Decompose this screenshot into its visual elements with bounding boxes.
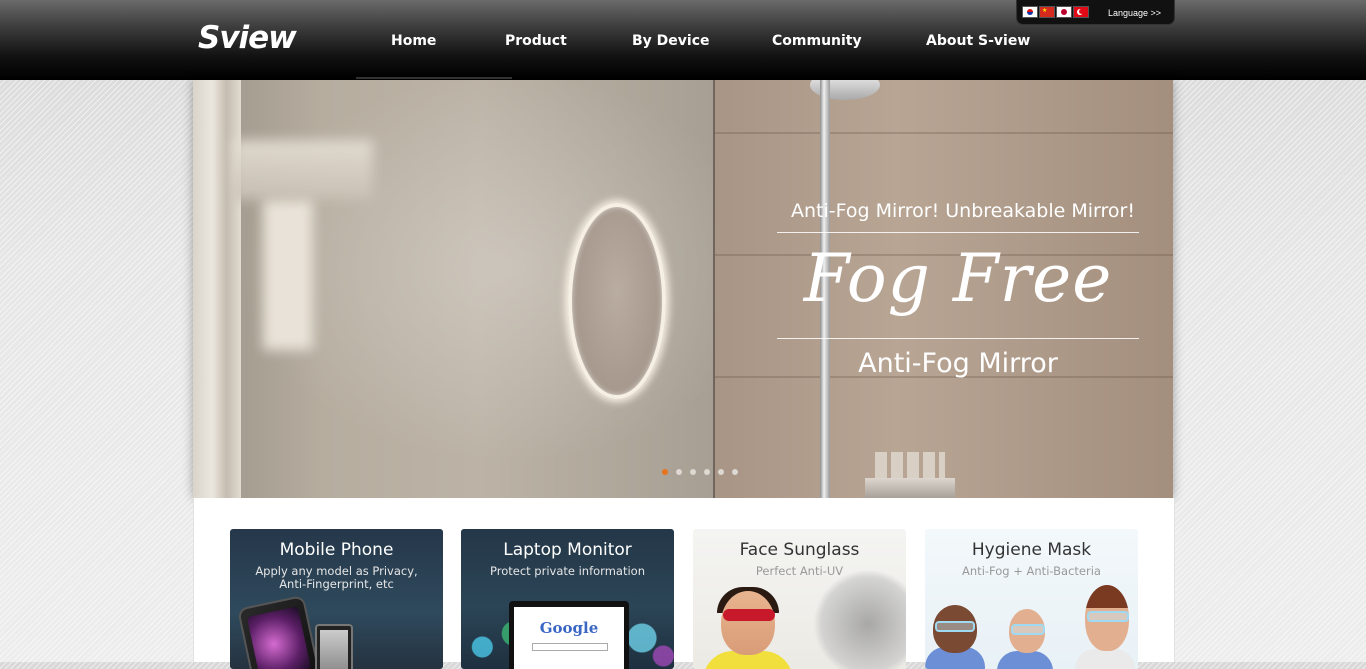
nav-active-indicator	[356, 77, 512, 79]
language-selector[interactable]: ★ Language >>	[1016, 0, 1175, 25]
shower-shelf	[865, 478, 955, 498]
japan-flag-icon[interactable]	[1056, 6, 1072, 18]
turkey-flag-icon[interactable]	[1073, 6, 1089, 18]
nav-about[interactable]: About S-view	[926, 33, 1030, 49]
language-label[interactable]: Language >>	[1108, 8, 1161, 18]
hero-caption: Anti-Fog Mirror	[858, 348, 1058, 379]
towel	[263, 200, 313, 350]
laptop-image: Google	[509, 601, 629, 669]
feature-phone-image	[315, 624, 353, 669]
slide-dot-4[interactable]	[704, 469, 710, 475]
goggles-3	[1087, 611, 1129, 622]
product-categories: Mobile Phone Apply any model as Privacy,…	[193, 498, 1175, 669]
nav-by-device[interactable]: By Device	[632, 33, 710, 49]
slide-dot-2[interactable]	[676, 469, 682, 475]
card-hygiene-mask[interactable]: Hygiene Mask Anti-Fog + Anti-Bacteria	[925, 529, 1138, 669]
hero-title: Fog Free	[803, 240, 1113, 317]
korea-flag-icon[interactable]	[1022, 6, 1038, 18]
slide-dot-5[interactable]	[718, 469, 724, 475]
card-subtitle: Apply any model as Privacy, Anti-Fingerp…	[255, 564, 418, 591]
tree-background	[813, 569, 906, 669]
hero-rule-top	[777, 232, 1139, 233]
card-title: Laptop Monitor	[503, 540, 632, 560]
slide-dot-3[interactable]	[690, 469, 696, 475]
card-subtitle: Protect private information	[489, 564, 645, 578]
card-title: Hygiene Mask	[971, 540, 1092, 560]
hero-subtitle: Anti-Fog Mirror! Unbreakable Mirror!	[791, 200, 1135, 222]
towel-rack	[233, 140, 373, 200]
round-mirror	[568, 203, 666, 399]
scrubs-2	[997, 651, 1053, 669]
goggles-1	[935, 621, 975, 632]
goggles-2	[1011, 624, 1045, 635]
red-sunglasses	[723, 609, 775, 621]
hero-slider[interactable]: Anti-Fog Mirror! Unbreakable Mirror! Fog…	[193, 80, 1173, 498]
hero-rule-bottom	[777, 338, 1139, 339]
card-mobile-phone[interactable]: Mobile Phone Apply any model as Privacy,…	[230, 529, 443, 669]
card-title: Mobile Phone	[279, 540, 394, 560]
sview-logo[interactable]: Sview	[196, 20, 322, 54]
card-title: Face Sunglass	[739, 540, 860, 560]
china-flag-icon[interactable]: ★	[1039, 6, 1055, 18]
slide-dot-6[interactable]	[732, 469, 738, 475]
top-navigation-bar: Sview Home Product By Device Community A…	[0, 0, 1366, 80]
card-subtitle: Perfect Anti-UV	[755, 564, 844, 578]
card-face-sunglass[interactable]: Face Sunglass Perfect Anti-UV	[693, 529, 906, 669]
card-laptop-monitor[interactable]: Laptop Monitor Protect private informati…	[461, 529, 674, 669]
smartphone-image	[237, 594, 321, 669]
google-logo: Google	[539, 619, 599, 637]
toiletry-bottles	[875, 452, 945, 480]
card-subtitle: Anti-Fog + Anti-Bacteria	[962, 564, 1101, 578]
lab-coat	[1075, 649, 1135, 669]
hero-image-mirror-wall	[193, 80, 714, 498]
woman-face	[721, 591, 775, 655]
logo-text: Sview	[198, 20, 297, 54]
nav-home[interactable]: Home	[391, 33, 436, 49]
nav-product[interactable]: Product	[505, 33, 567, 49]
search-bar-graphic	[532, 643, 608, 651]
slide-dot-1[interactable]	[662, 469, 668, 475]
nav-community[interactable]: Community	[772, 33, 862, 49]
